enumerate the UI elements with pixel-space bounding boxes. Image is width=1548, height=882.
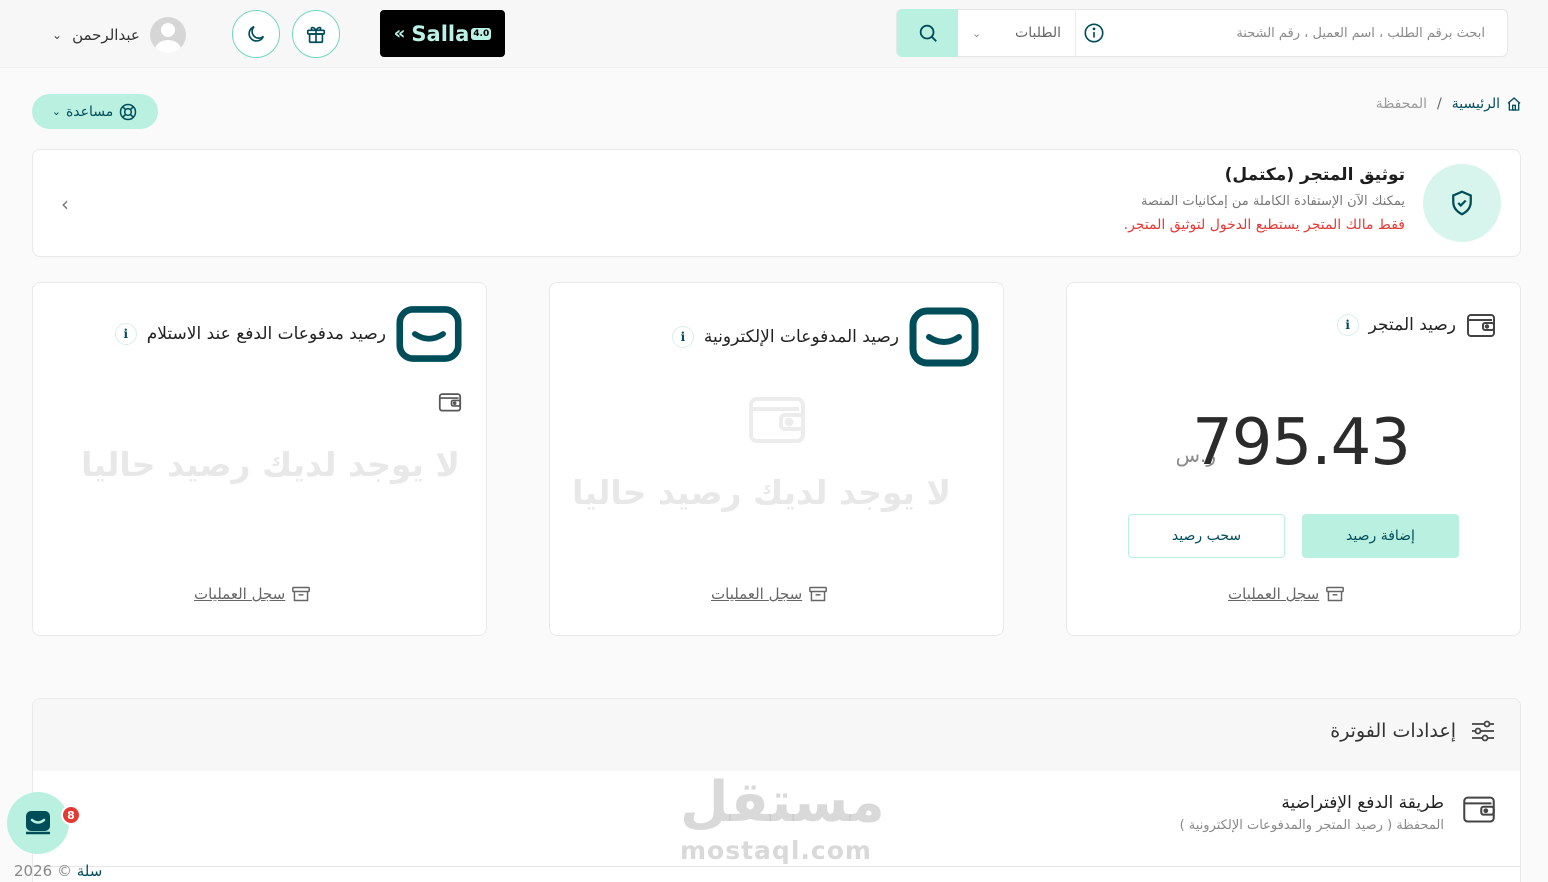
archive-icon xyxy=(1326,586,1345,602)
logo-text: Salla xyxy=(411,21,470,46)
user-name: عبدالرحمن xyxy=(72,26,140,44)
shield-check-icon xyxy=(1452,190,1472,216)
verification-subtitle: يمكنك الآن الإستفادة الكاملة من إمكانيات… xyxy=(1140,194,1405,209)
payment-method-value: المحفظة ( رصيد المتجر والمدفوعات الإلكتر… xyxy=(1179,818,1444,833)
search-scope-select[interactable]: ⌄ الطلبات xyxy=(958,10,1076,56)
empty-balance-message: لا يوجد لديك رصيد حاليا xyxy=(572,473,951,512)
operations-log-label: سجل العمليات xyxy=(711,585,803,603)
invoice-settings-title: إعدادات الفوترة xyxy=(1330,720,1456,742)
chevron-down-icon: ⌄ xyxy=(51,105,61,118)
moon-icon xyxy=(248,25,265,42)
watermark: مستقل mostaql.com xyxy=(680,770,885,865)
verified-shield xyxy=(1423,164,1501,242)
dark-mode-button[interactable] xyxy=(232,10,280,58)
info-icon[interactable] xyxy=(1083,22,1105,48)
breadcrumb-home[interactable]: الرئيسية xyxy=(1452,96,1522,112)
operations-log-link[interactable]: سجل العمليات xyxy=(194,585,311,603)
invoice-settings-header: إعدادات الفوترة xyxy=(33,699,1520,771)
search-button[interactable] xyxy=(897,9,958,57)
cod-balance-card: رصيد مدفوعات الدفع عند الاستلام i لا يوج… xyxy=(32,282,487,636)
help-button[interactable]: ⌄ مساعدة xyxy=(32,94,158,129)
verification-title: توثيق المتجر (مكتمل) xyxy=(1224,165,1405,185)
electronic-balance-title: رصيد المدفوعات الإلكترونية xyxy=(703,327,899,347)
add-balance-button[interactable]: إضافة رصيد xyxy=(1302,514,1459,558)
archive-icon xyxy=(809,586,828,602)
footer-year: 2026 © xyxy=(14,862,72,880)
footer-brand[interactable]: سلة xyxy=(77,862,103,880)
verification-warning: فقط مالك المتجر يستطيع الدخول لتوثيق الم… xyxy=(1123,217,1405,233)
chevron-left-icon[interactable]: ‹ xyxy=(61,192,69,216)
store-balance-amount: 795.43 xyxy=(1192,406,1411,480)
info-icon[interactable]: i xyxy=(114,323,137,345)
breadcrumb-current: المحفظة xyxy=(1375,96,1428,112)
divider xyxy=(33,866,1520,867)
payment-method-title: طريقة الدفع الإفتراضية xyxy=(1281,793,1444,813)
chat-widget-button[interactable]: 8 xyxy=(7,792,81,854)
operations-log-link[interactable]: سجل العمليات xyxy=(1228,585,1345,603)
store-balance-title: رصيد المتجر xyxy=(1368,315,1456,335)
chevron-down-icon: ⌄ xyxy=(52,28,63,42)
user-menu[interactable]: ⌄ عبدالرحمن xyxy=(52,17,186,53)
search-scope-label: الطلبات xyxy=(1015,25,1061,41)
breadcrumb-home-label: الرئيسية xyxy=(1451,96,1500,112)
cod-balance-header: رصيد مدفوعات الدفع عند الاستلام i xyxy=(114,305,462,363)
gift-icon xyxy=(306,26,326,44)
payment-method-text: طريقة الدفع الإفتراضية المحفظة ( رصيد ال… xyxy=(1180,793,1444,833)
avatar xyxy=(149,17,186,53)
footer: 2026 © سلة xyxy=(14,862,102,880)
archive-icon xyxy=(292,586,311,602)
salla-bag-icon xyxy=(909,307,979,367)
breadcrumb-separator: / xyxy=(1437,96,1442,112)
breadcrumb: الرئيسية / المحفظة xyxy=(1376,96,1522,112)
verification-card[interactable]: توثيق المتجر (مكتمل) يمكنك الآن الإستفاد… xyxy=(32,149,1521,257)
top-bar: ⌄ الطلبات « Salla 4.0 ⌄ عبدالرحمن xyxy=(0,0,1548,68)
electronic-balance-card: رصيد المدفوعات الإلكترونية i لا يوجد لدي… xyxy=(549,282,1004,636)
withdraw-balance-button[interactable]: سحب رصيد xyxy=(1128,514,1285,558)
operations-log-link[interactable]: سجل العمليات xyxy=(711,585,828,603)
verification-text: توثيق المتجر (مكتمل) يمكنك الآن الإستفاد… xyxy=(1124,165,1405,233)
store-balance-card: رصيد المتجر i 795.43 ر.س إضافة رصيد سحب … xyxy=(1066,282,1521,636)
salla-logo[interactable]: « Salla 4.0 xyxy=(380,10,505,57)
chevron-down-icon: ⌄ xyxy=(972,26,982,40)
default-payment-method[interactable]: طريقة الدفع الإفتراضية المحفظة ( رصيد ال… xyxy=(1180,793,1496,833)
salla-bag-icon xyxy=(396,306,462,362)
home-icon xyxy=(1507,97,1521,111)
wallet-icon xyxy=(438,393,462,412)
wallet-icon xyxy=(749,397,805,443)
wallet-icon xyxy=(1467,314,1495,337)
gift-button[interactable] xyxy=(292,10,340,58)
wallet-icon xyxy=(1463,796,1495,823)
watermark-english: mostaql.com xyxy=(680,836,872,865)
search-bar: ⌄ الطلبات xyxy=(896,9,1508,57)
operations-log-label: سجل العمليات xyxy=(1228,585,1320,603)
sliders-icon xyxy=(1472,720,1494,742)
info-icon[interactable]: i xyxy=(671,326,694,348)
operations-log-label: سجل العمليات xyxy=(194,585,286,603)
help-label: مساعدة xyxy=(65,103,114,120)
currency-label: ر.س xyxy=(1175,443,1216,467)
chat-icon xyxy=(26,811,50,835)
double-chevron-icon: « xyxy=(393,23,406,44)
store-balance-header: رصيد المتجر i xyxy=(1336,311,1496,339)
lifebuoy-icon xyxy=(120,103,137,120)
electronic-balance-header: رصيد المدفوعات الإلكترونية i xyxy=(671,307,979,367)
watermark-arabic: مستقل xyxy=(680,770,885,835)
search-input[interactable] xyxy=(1111,10,1503,56)
search-icon xyxy=(919,24,937,42)
logo-version: 4.0 xyxy=(471,27,492,40)
info-icon[interactable]: i xyxy=(1336,314,1359,336)
cod-balance-title: رصيد مدفوعات الدفع عند الاستلام xyxy=(146,324,386,344)
notification-badge: 8 xyxy=(61,805,81,825)
empty-balance-message: لا يوجد لديك رصيد حاليا xyxy=(81,445,460,484)
invoice-settings-title-row: إعدادات الفوترة xyxy=(1330,719,1496,743)
